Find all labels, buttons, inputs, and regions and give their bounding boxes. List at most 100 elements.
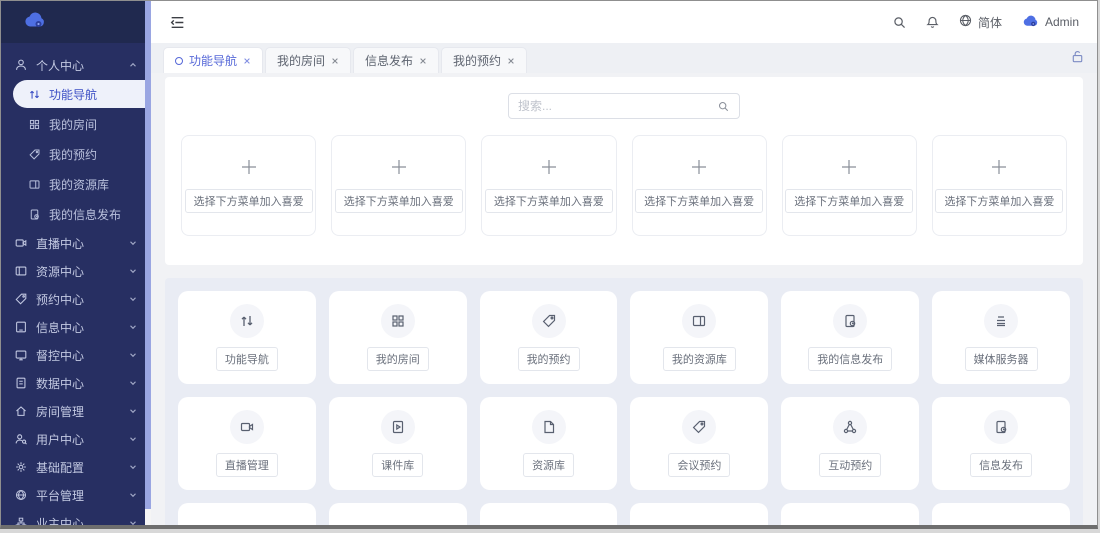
card-my-info-publish[interactable]: 我的信息发布 [781, 291, 920, 384]
sidebar-scrollbar[interactable] [145, 1, 151, 525]
search-icon[interactable] [892, 15, 907, 30]
sidebar-item-my-reservations[interactable]: 我的预约 [1, 139, 151, 169]
tag-icon [14, 292, 28, 306]
sidebar-item-function-nav[interactable]: 功能导航 [13, 80, 151, 108]
sidebar-item-my-resources[interactable]: 我的资源库 [1, 169, 151, 199]
favorite-slot-label: 选择下方菜单加入喜爱 [935, 189, 1064, 213]
sidebar-group-supervision-center[interactable]: 督控中心 [1, 341, 151, 369]
card-my-rooms[interactable]: 我的房间 [328, 291, 467, 384]
card-label: 媒体服务器 [964, 347, 1038, 371]
card-partial[interactable] [178, 503, 316, 525]
tab-close-icon[interactable] [419, 57, 427, 65]
favorite-slot-6[interactable]: 选择下方菜单加入喜爱 [931, 135, 1068, 236]
favorite-slot-2[interactable]: 选择下方菜单加入喜爱 [331, 135, 467, 236]
card-my-resources[interactable]: 我的资源库 [630, 291, 769, 384]
gear-icon [14, 460, 28, 474]
user-menu[interactable]: Admin [1020, 13, 1079, 32]
tab-label: 我的房间 [277, 54, 326, 68]
sidebar-group-label: 业主中心 [36, 516, 85, 526]
card-partial[interactable] [479, 503, 618, 525]
card-my-reservations[interactable]: 我的预约 [479, 291, 618, 384]
tab-my-rooms[interactable]: 我的房间 [265, 47, 352, 73]
card-function-nav[interactable]: 功能导航 [178, 291, 316, 384]
sidebar-group-label: 预约中心 [36, 292, 85, 307]
card-interactive-reservation[interactable]: 互动预约 [781, 397, 920, 490]
sidebar-group-reservation-center[interactable]: 预约中心 [1, 285, 151, 313]
card-label: 会议预约 [668, 453, 731, 477]
card-partial[interactable] [630, 503, 769, 525]
tab-info-publish[interactable]: 信息发布 [353, 47, 440, 73]
favorite-slot-1[interactable]: 选择下方菜单加入喜爱 [181, 135, 317, 236]
sidebar-group-basic-config[interactable]: 基础配置 [1, 453, 151, 481]
card-label: 我的房间 [366, 347, 429, 371]
plus-icon [690, 158, 708, 176]
chevron-down-icon [128, 434, 138, 444]
publish-device-icon [833, 304, 868, 338]
favorite-slot-label: 选择下方菜单加入喜爱 [184, 189, 313, 213]
resource-card-icon [28, 178, 41, 191]
sidebar-item-my-info-publish[interactable]: 我的信息发布 [1, 199, 151, 229]
card-meeting-reservation[interactable]: 会议预约 [630, 397, 769, 490]
plus-icon [240, 158, 258, 176]
card-courseware-library[interactable]: 课件库 [328, 397, 467, 490]
favorite-slot-label: 选择下方菜单加入喜爱 [785, 189, 914, 213]
chevron-down-icon [128, 378, 138, 388]
unlock-icon[interactable] [1070, 49, 1085, 64]
card-label: 我的资源库 [662, 347, 736, 371]
app-layout: 个人中心 功能导航 我的房间 我的预约 我的资源库 我的信息发布 直播中心 资源… [1, 1, 1097, 525]
card-label: 信息发布 [970, 453, 1033, 477]
document-icon [531, 410, 566, 444]
sidebar-group-user-center[interactable]: 用户中心 [1, 425, 151, 453]
notification-bell-icon[interactable] [925, 15, 940, 30]
favorite-slot-4[interactable]: 选择下方菜单加入喜爱 [631, 135, 767, 236]
grid-icon [28, 118, 41, 131]
tab-bar: 功能导航 我的房间 信息发布 我的预约 [151, 43, 1097, 73]
card-info-publish[interactable]: 信息发布 [932, 397, 1070, 490]
tab-close-icon[interactable] [331, 57, 339, 65]
sidebar-item-label: 我的预约 [49, 147, 98, 162]
card-partial[interactable] [932, 503, 1070, 525]
sidebar-group-data-center[interactable]: 数据中心 [1, 369, 151, 397]
card-media-server[interactable]: 媒体服务器 [932, 291, 1070, 384]
card-partial[interactable] [781, 503, 920, 525]
sidebar-collapse-icon[interactable] [169, 14, 186, 31]
tab-close-icon[interactable] [243, 57, 251, 65]
search-magnifier-icon[interactable] [717, 100, 730, 113]
sidebar-group-room-management[interactable]: 房间管理 [1, 397, 151, 425]
sidebar-group-live-center[interactable]: 直播中心 [1, 229, 151, 257]
tab-my-reservations[interactable]: 我的预约 [441, 47, 528, 73]
language-label: 简体 [977, 15, 1002, 30]
favorite-slot-5[interactable]: 选择下方菜单加入喜爱 [781, 135, 917, 236]
sidebar-group-info-center[interactable]: 信息中心 [1, 313, 151, 341]
sidebar-group-label: 信息中心 [36, 320, 85, 335]
camera-icon [14, 236, 28, 250]
plus-icon [990, 158, 1008, 176]
sort-arrows-icon [28, 88, 41, 101]
active-tab-dot [175, 56, 183, 65]
sidebar-group-label: 直播中心 [36, 236, 85, 251]
sidebar-item-label: 功能导航 [49, 87, 98, 102]
card-resource-library[interactable]: 资源库 [479, 397, 618, 490]
share-network-icon [833, 410, 868, 444]
card-partial[interactable] [328, 503, 467, 525]
sidebar-item-my-rooms[interactable]: 我的房间 [1, 109, 151, 139]
card-label: 资源库 [523, 453, 575, 477]
search-input[interactable] [518, 99, 717, 113]
user-avatar-cloud-icon [1020, 13, 1040, 32]
sidebar-group-owner-center[interactable]: 业主中心 [1, 509, 151, 525]
sidebar-group-platform-management[interactable]: 平台管理 [1, 481, 151, 509]
sidebar-group-personal-center[interactable]: 个人中心 [1, 51, 151, 79]
sidebar-group-label: 个人中心 [36, 58, 85, 73]
sidebar-group-resource-center[interactable]: 资源中心 [1, 257, 151, 285]
language-switcher[interactable]: 简体 [958, 13, 1002, 31]
sidebar-logo-bar [1, 1, 151, 43]
chevron-down-icon [128, 322, 138, 332]
feature-grid-row-1: 功能导航 我的房间 我的预约 我的资源库 我的信息发布 媒体服务器 [178, 291, 1070, 384]
monitor-icon [14, 348, 28, 362]
card-live-management[interactable]: 直播管理 [178, 397, 316, 490]
tab-close-icon[interactable] [507, 57, 515, 65]
app-window: 个人中心 功能导航 我的房间 我的预约 我的资源库 我的信息发布 直播中心 资源… [0, 0, 1098, 529]
tab-function-nav[interactable]: 功能导航 [163, 47, 264, 73]
favorite-slot-3[interactable]: 选择下方菜单加入喜爱 [481, 135, 617, 236]
sidebar-group-label: 数据中心 [36, 376, 85, 391]
